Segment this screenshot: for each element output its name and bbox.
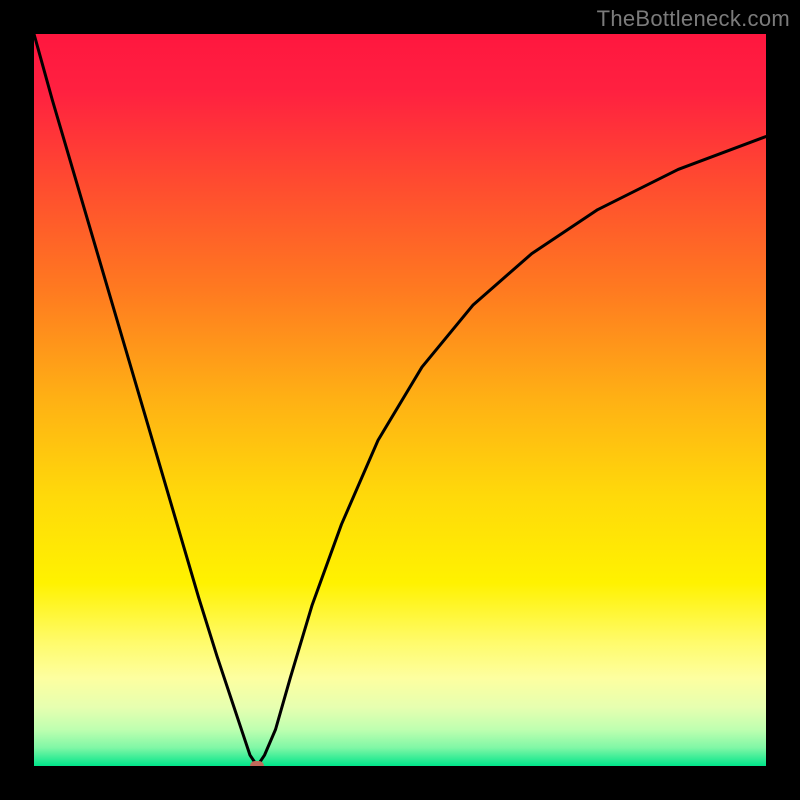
bottleneck-curve (34, 34, 766, 766)
plot-area (34, 34, 766, 766)
min-marker (250, 761, 264, 766)
chart-stage: TheBottleneck.com (0, 0, 800, 800)
watermark-text: TheBottleneck.com (597, 6, 790, 32)
